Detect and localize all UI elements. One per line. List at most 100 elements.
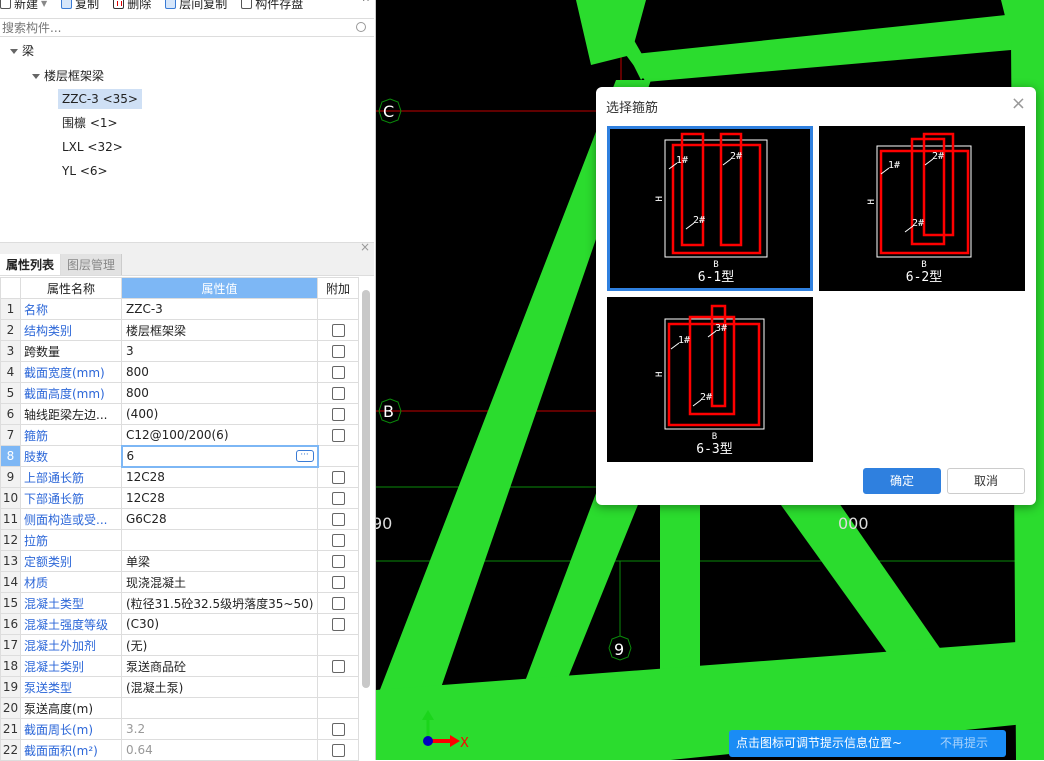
property-value[interactable]: 现浇混凝土 [121,571,318,593]
property-value[interactable]: G6C28 [121,508,318,530]
property-name[interactable]: 结构类别 [20,319,122,341]
extra-checkbox[interactable] [331,492,345,505]
column-header-name[interactable]: 属性名称 [20,277,122,299]
row-number[interactable]: 5 [0,382,21,404]
table-row[interactable]: 22 截面面积(m²) 0.64 [0,739,359,761]
row-number[interactable]: 8 [0,445,21,467]
more-icon[interactable]: ▸▸ [363,0,372,4]
table-row[interactable]: 16 混凝土强度等级 (C30) [0,613,359,635]
expand-icon[interactable] [32,74,40,79]
property-name[interactable]: 肢数 [20,445,122,467]
row-number[interactable]: 15 [0,592,21,614]
table-row[interactable]: 21 截面周长(m) 3.2 [0,718,359,740]
property-value[interactable]: (400) [121,403,318,425]
row-number[interactable]: 4 [0,361,21,383]
property-name[interactable]: 混凝土强度等级 [20,613,122,635]
table-row[interactable]: 7 箍筋 C12@100/200(6) [0,424,359,446]
row-number[interactable]: 16 [0,613,21,635]
tab-property-list[interactable]: 属性列表 [0,254,62,275]
dropdown-arrow-icon[interactable]: ▼ [41,0,47,8]
table-row[interactable]: 3 跨数量 3 [0,340,359,362]
floor-copy-button[interactable]: 层间复制 [165,0,227,12]
row-number[interactable]: 9 [0,466,21,488]
extra-checkbox[interactable] [331,618,345,631]
table-row[interactable]: 8 肢数 6 ··· [0,444,359,468]
extra-checkbox[interactable] [331,345,345,358]
confirm-button[interactable]: 确定 [863,468,941,494]
property-value[interactable]: 800 [121,382,318,404]
property-value-text[interactable]: 6 [127,449,135,463]
extra-checkbox[interactable] [331,513,345,526]
property-value[interactable]: (粒径31.5砼32.5级坍落度35~50) [121,592,318,614]
row-number[interactable]: 6 [0,403,21,425]
property-name[interactable]: 泵送高度(m) [20,697,122,719]
table-row[interactable]: 9 上部通长筋 12C28 [0,466,359,488]
property-value[interactable]: ZZC-3 [121,298,318,320]
table-row[interactable]: 11 侧面构造或受... G6C28 [0,508,359,530]
table-row[interactable]: 4 截面宽度(mm) 800 [0,361,359,383]
panel-divider[interactable]: × [0,240,374,254]
property-value[interactable]: 3.2 [121,718,318,740]
property-name[interactable]: 名称 [20,298,122,320]
table-row[interactable]: 12 拉筋 [0,529,359,551]
property-name[interactable]: 混凝土外加剂 [20,634,122,656]
property-name[interactable]: 截面周长(m) [20,718,122,740]
property-name[interactable]: 下部通长筋 [20,487,122,509]
extra-checkbox[interactable] [331,723,345,736]
property-name[interactable]: 跨数量 [20,340,122,362]
property-value[interactable]: C12@100/200(6) [121,424,318,446]
property-value[interactable]: (混凝土泵) [121,676,318,698]
extra-checkbox[interactable] [331,387,345,400]
property-name[interactable]: 混凝土类别 [20,655,122,677]
property-name[interactable]: 材质 [20,571,122,593]
tree-item[interactable]: ZZC-3 <35> [58,89,142,109]
column-header-extra[interactable]: 附加 [317,277,359,299]
row-number[interactable]: 12 [0,529,21,551]
table-row[interactable]: 10 下部通长筋 12C28 [0,487,359,509]
extra-checkbox[interactable] [331,660,345,673]
row-number[interactable]: 14 [0,571,21,593]
dismiss-hint-link[interactable]: 不再提示 [940,730,988,757]
property-name[interactable]: 截面高度(mm) [20,382,122,404]
property-value[interactable]: 0.64 [121,739,318,761]
stirrup-option-6-3[interactable]: 1# 3# 2# H B 6-3型 [607,297,813,462]
scrollbar[interactable] [362,290,370,688]
property-name[interactable]: 轴线距梁左边... [20,403,122,425]
property-value[interactable]: 12C28 [121,487,318,509]
tree-item[interactable]: 围檩 <1> [58,113,122,133]
row-number[interactable]: 18 [0,655,21,677]
table-row[interactable]: 19 泵送类型 (混凝土泵) [0,676,359,698]
extra-checkbox[interactable] [331,408,345,421]
row-number[interactable]: 13 [0,550,21,572]
property-value[interactable] [121,697,318,719]
row-number[interactable]: 21 [0,718,21,740]
extra-checkbox[interactable] [331,555,345,568]
extra-checkbox[interactable] [331,744,345,757]
expand-icon[interactable] [10,49,18,54]
table-row[interactable]: 20 泵送高度(m) [0,697,359,719]
property-value[interactable]: 楼层框架梁 [121,319,318,341]
property-value[interactable]: 12C28 [121,466,318,488]
property-value[interactable]: (C30) [121,613,318,635]
table-row[interactable]: 5 截面高度(mm) 800 [0,382,359,404]
table-row[interactable]: 13 定额类别 单梁 [0,550,359,572]
tree-root[interactable]: 梁 [10,42,34,59]
property-value[interactable]: 6 ··· [120,444,319,468]
table-row[interactable]: 14 材质 现浇混凝土 [0,571,359,593]
close-icon[interactable]: × [360,240,370,254]
property-value[interactable]: 单梁 [121,550,318,572]
search-icon[interactable] [356,22,366,32]
row-number[interactable]: 11 [0,508,21,530]
delete-button[interactable]: 删除 [113,0,151,12]
tree-item[interactable]: LXL <32> [58,137,127,157]
row-number[interactable]: 19 [0,676,21,698]
row-number[interactable]: 17 [0,634,21,656]
column-header-value[interactable]: 属性值 [121,277,318,299]
new-button[interactable]: 新建 ▼ [0,0,47,12]
table-row[interactable]: 17 混凝土外加剂 (无) [0,634,359,656]
row-number[interactable]: 1 [0,298,21,320]
property-name[interactable]: 混凝土类型 [20,592,122,614]
stirrup-option-6-2[interactable]: 1# 2# 2# H B 6-2型 [819,126,1025,291]
row-number[interactable]: 7 [0,424,21,446]
property-value[interactable]: 800 [121,361,318,383]
